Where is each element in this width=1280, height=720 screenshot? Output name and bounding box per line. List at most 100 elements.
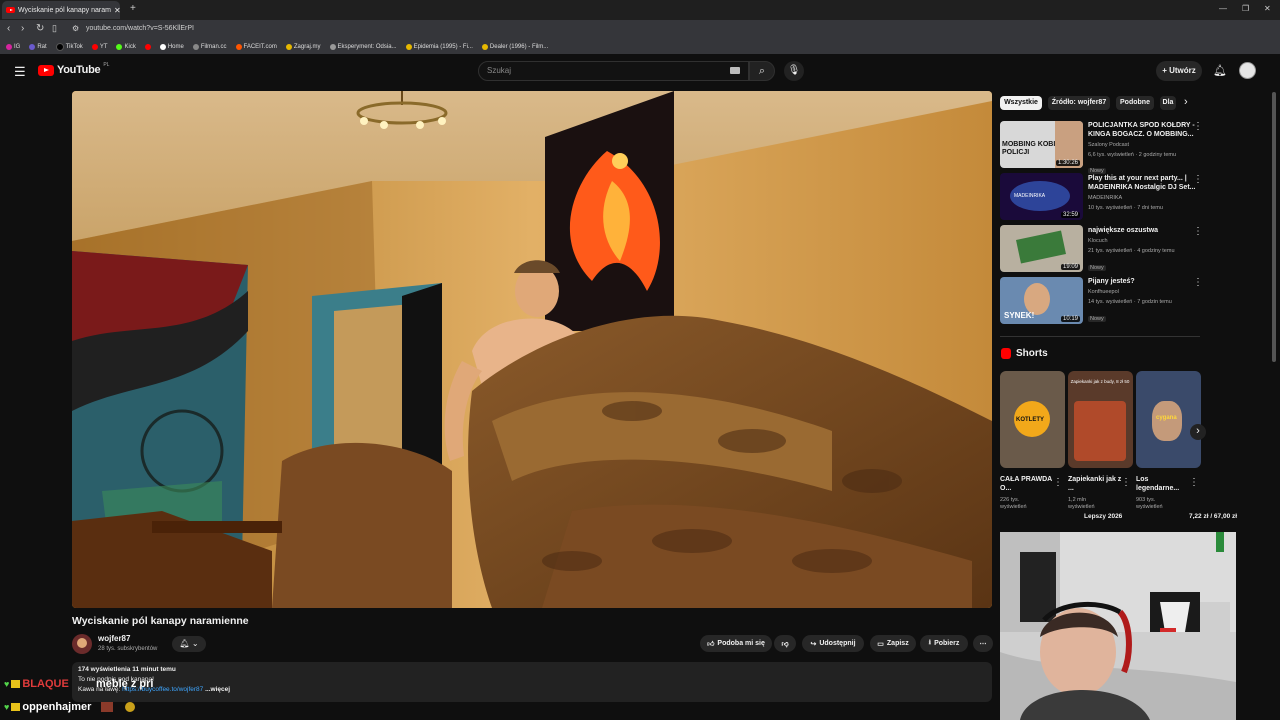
bookmark-item[interactable]: Home	[159, 44, 184, 50]
goal-progress: 7,22 zł / 67,00 zł	[1189, 513, 1238, 520]
chip-all[interactable]: Wszystkie	[1000, 96, 1042, 110]
channel-name[interactable]: Konfhueepol	[1088, 289, 1119, 296]
video-thumbnail[interactable]: MOBBING KOBIET W POLICJI 1:30:26	[1000, 121, 1083, 168]
bookmark-item[interactable]	[144, 44, 151, 50]
shorts-next-button[interactable]: ›	[1190, 424, 1206, 440]
video-meta: 21 tys. wyświetleń · 4 godziny temu	[1088, 248, 1175, 254]
save-button[interactable]: ▭ Zapisz	[870, 635, 916, 652]
more-vertical-icon[interactable]: ⋮	[1121, 477, 1131, 488]
short-title[interactable]: Zapiekanki jak z ...	[1068, 475, 1124, 493]
bookmark-item[interactable]: Dealer (1996) - Film...	[481, 44, 548, 50]
shorts-heading: Shorts	[1016, 348, 1048, 359]
chevron-right-icon[interactable]: ›	[1184, 96, 1188, 108]
dislike-button[interactable]: 👎︎	[774, 635, 796, 652]
channel-avatar[interactable]	[72, 634, 92, 654]
more-vertical-icon[interactable]: ⋮	[1053, 477, 1063, 488]
bookmark-favicon-icon	[29, 44, 36, 50]
share-button[interactable]: ↪ Udostępnij	[802, 635, 864, 652]
video-player[interactable]	[72, 91, 992, 608]
channel-name[interactable]: Klocuch	[1088, 238, 1108, 245]
reload-icon[interactable]: ↻	[36, 23, 44, 34]
short-views: 226 tys. wyświetleń	[1000, 497, 1027, 510]
chat-message: ♥ BLAQUE	[4, 678, 69, 690]
more-vertical-icon[interactable]: ⋮	[1193, 226, 1203, 237]
thumbnail-text: Zapiekanki jak z budy, 8 zł 50	[1070, 379, 1130, 384]
new-tab-button[interactable]: +	[130, 3, 136, 14]
video-description[interactable]: 174 wyświetlenia 11 minut temu To nie po…	[72, 662, 992, 702]
video-thumbnail[interactable]: SYNEK! 10:19	[1000, 277, 1083, 324]
more-vertical-icon[interactable]: ⋮	[1189, 477, 1199, 488]
forward-icon[interactable]: ›	[21, 23, 24, 34]
channel-name[interactable]: MADEINRIKA	[1088, 195, 1122, 202]
search-button[interactable]: ⌕	[749, 61, 775, 81]
show-more-link[interactable]: ...więcej	[205, 686, 230, 693]
chat-username: BLAQUE	[22, 678, 69, 690]
video-thumbnail[interactable]: 19:09	[1000, 225, 1083, 272]
faceit-icon	[235, 44, 242, 50]
bookmark-item[interactable]: TikTok	[55, 43, 83, 51]
site-info-icon[interactable]: ⚙	[72, 24, 79, 33]
bookmark-item[interactable]: Zagraj.my	[285, 44, 321, 50]
chip-for-you[interactable]: Dla	[1160, 96, 1176, 110]
keyboard-icon[interactable]	[730, 67, 740, 74]
bookmark-item[interactable]: Eksperyment: Odsia...	[329, 44, 397, 50]
youtube-logo[interactable]: YouTube PL	[38, 62, 109, 76]
browser-tab-active[interactable]: Wyciskanie pól kanapy naram ✕	[2, 1, 120, 19]
tiktok-icon	[55, 43, 64, 51]
microphone-icon: 🎙	[787, 65, 801, 76]
webcam-frame	[1000, 532, 1236, 720]
bookmark-item[interactable]: Filman.cc	[192, 44, 227, 50]
video-title[interactable]: Pijany jesteś?	[1088, 277, 1196, 286]
minimize-window-icon[interactable]: —	[1219, 4, 1227, 13]
subscription-bell-button[interactable]: 🔔︎ ⌄	[172, 636, 206, 652]
tab-close-icon[interactable]: ✕	[114, 6, 120, 15]
bookmark-item[interactable]: Epidemia (1995) - Fi...	[405, 44, 473, 50]
notifications-bell-icon[interactable]: 🔔︎	[1213, 64, 1227, 77]
more-vertical-icon[interactable]: ⋮	[1193, 121, 1203, 132]
channel-name[interactable]: Szalony Podcast	[1088, 142, 1129, 149]
search-icon: ⌕	[758, 65, 766, 77]
channel-name[interactable]: wojfer87	[98, 634, 130, 643]
emote-icon	[125, 702, 136, 712]
maximize-window-icon[interactable]: ❐	[1242, 4, 1249, 13]
bookmark-item[interactable]: Rat	[29, 44, 47, 50]
download-icon: ⭳	[928, 639, 932, 646]
close-window-icon[interactable]: ✕	[1264, 4, 1271, 13]
short-views: 1,2 mln wyświetleń	[1068, 497, 1095, 510]
account-avatar[interactable]	[1239, 62, 1256, 79]
bookmark-favicon-icon	[285, 44, 292, 50]
hamburger-menu-icon[interactable]: ☰	[14, 64, 26, 80]
chip-related[interactable]: Podobne	[1116, 96, 1154, 110]
thumbs-up-icon: 👍︎	[707, 641, 715, 648]
bookmark-item[interactable]: Kick	[116, 44, 136, 50]
search-input[interactable]: Szukaj	[478, 61, 749, 81]
bookmark-item[interactable]: FACEIT.com	[235, 44, 277, 50]
short-thumbnail[interactable]: KOTLETY	[1000, 371, 1065, 468]
chip-source-channel[interactable]: Źródło: wojfer87	[1048, 96, 1110, 110]
video-title[interactable]: największe oszustwa	[1088, 226, 1196, 235]
bell-icon: 🔔︎	[179, 639, 190, 648]
voice-search-button[interactable]: 🎙	[784, 61, 804, 81]
short-thumbnail[interactable]: Zapiekanki jak z budy, 8 zł 50	[1068, 371, 1133, 468]
video-thumbnail[interactable]: MADEINRIKA 32:59	[1000, 173, 1083, 220]
page-scrollbar[interactable]	[1272, 92, 1276, 362]
video-title[interactable]: Play this at your next party... | MADEIN…	[1088, 174, 1196, 192]
bookmark-icon[interactable]: ▯	[52, 23, 57, 34]
download-button[interactable]: ⭳ Pobierz	[920, 635, 968, 652]
address-bar[interactable]: youtube.com/watch?v=S-56KllErPI	[86, 25, 194, 32]
more-vertical-icon[interactable]: ⋮	[1193, 277, 1203, 288]
short-title[interactable]: Los legendarne...	[1136, 475, 1192, 493]
bookmark-favicon-icon	[329, 44, 336, 50]
more-vertical-icon[interactable]: ⋮	[1193, 174, 1203, 185]
more-actions-button[interactable]: ⋯	[973, 635, 993, 652]
bookmark-item[interactable]: YT	[91, 44, 107, 50]
like-button[interactable]: 👍︎ Podoba mi się	[700, 635, 772, 652]
goal-label: Lepszy 2026	[1084, 513, 1123, 520]
bookmark-item[interactable]: IG	[6, 44, 20, 50]
back-icon[interactable]: ‹	[7, 23, 10, 34]
video-title[interactable]: POLICJANTKA SPOD KOŁDRY - KINGA BOGACZ. …	[1088, 121, 1196, 139]
short-thumbnail[interactable]: cygana	[1136, 371, 1201, 468]
short-title[interactable]: CAŁA PRAWDA O...	[1000, 475, 1056, 493]
thumbnail-text: KOTLETY	[1016, 417, 1044, 423]
create-button[interactable]: + Utwórz	[1156, 61, 1202, 81]
